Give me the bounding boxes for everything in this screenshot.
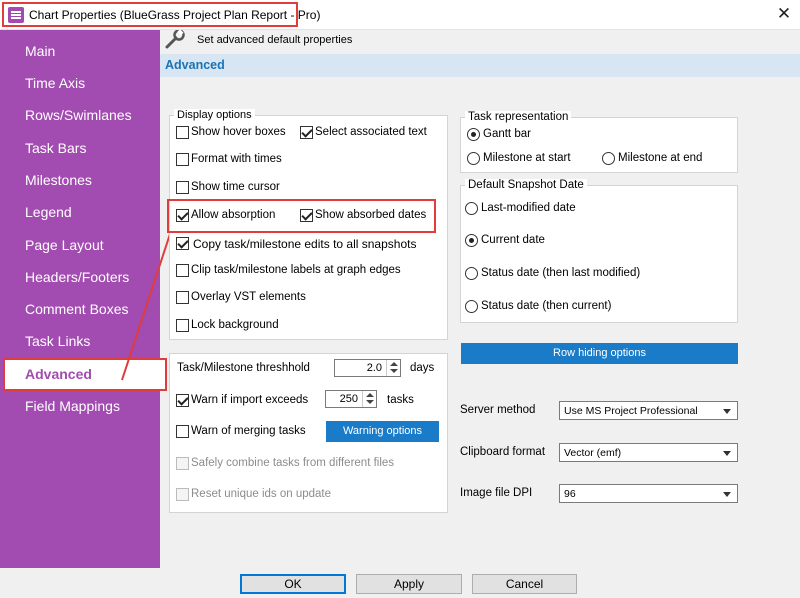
section-header: Advanced xyxy=(160,54,800,77)
clipboard-format-value: Vector (emf) xyxy=(564,447,622,459)
milestone-at-end-radio[interactable] xyxy=(602,152,615,165)
sidebar-item-task-links[interactable]: Task Links xyxy=(25,333,90,349)
app-icon xyxy=(8,7,24,23)
format-with-times-label: Format with times xyxy=(191,153,282,165)
clip-labels-checkbox[interactable] xyxy=(176,264,189,277)
reset-ids-checkbox[interactable] xyxy=(176,488,189,501)
clipboard-format-select[interactable]: Vector (emf) xyxy=(559,443,738,462)
show-absorbed-dates-label: Show absorbed dates xyxy=(315,209,427,221)
gantt-bar-label: Gantt bar xyxy=(483,128,531,140)
sidebar-item-comment-boxes[interactable]: Comment Boxes xyxy=(25,301,128,317)
safely-combine-checkbox[interactable] xyxy=(176,457,189,470)
row-hiding-options-button[interactable]: Row hiding options xyxy=(461,343,738,364)
sidebar-item-headers-footers[interactable]: Headers/Footers xyxy=(25,269,129,285)
threshold-label: Task/Milestone threshhold xyxy=(177,362,310,374)
sidebar-item-time-axis[interactable]: Time Axis xyxy=(25,75,85,91)
server-method-select[interactable]: Use MS Project Professional xyxy=(559,401,738,420)
select-associated-text-label: Select associated text xyxy=(315,126,427,138)
current-date-label: Current date xyxy=(481,234,545,246)
spinner-arrows-icon[interactable] xyxy=(386,360,400,376)
image-dpi-label: Image file DPI xyxy=(460,487,533,499)
warn-merging-checkbox[interactable] xyxy=(176,425,189,438)
last-modified-radio[interactable] xyxy=(465,202,478,215)
warn-import-value: 250 xyxy=(339,393,358,405)
overlay-vst-label: Overlay VST elements xyxy=(191,291,306,303)
warn-import-label: Warn if import exceeds xyxy=(191,394,309,406)
clipboard-format-label: Clipboard format xyxy=(460,446,546,458)
last-modified-label: Last-modified date xyxy=(481,202,576,214)
gantt-bar-radio[interactable] xyxy=(467,128,480,141)
chevron-down-icon xyxy=(723,451,731,456)
status-then-current-label: Status date (then current) xyxy=(481,300,612,312)
show-time-cursor-checkbox[interactable] xyxy=(176,181,189,194)
image-dpi-select[interactable]: 96 xyxy=(559,484,738,503)
lock-background-label: Lock background xyxy=(191,319,279,331)
threshold-value: 2.0 xyxy=(366,362,382,374)
warning-options-button[interactable]: Warning options xyxy=(326,421,439,442)
milestone-at-start-label: Milestone at start xyxy=(483,152,571,164)
image-dpi-value: 96 xyxy=(564,488,576,500)
clip-labels-label: Clip task/milestone labels at graph edge… xyxy=(191,264,401,276)
sidebar-item-rows-swimlanes[interactable]: Rows/Swimlanes xyxy=(25,107,132,123)
window-title: Chart Properties (BlueGrass Project Plan… xyxy=(29,8,321,22)
warn-import-checkbox[interactable] xyxy=(176,394,189,407)
safely-combine-label: Safely combine tasks from different file… xyxy=(191,457,395,469)
warn-import-spinner[interactable]: 250 xyxy=(325,390,377,408)
chevron-down-icon xyxy=(723,492,731,497)
task-representation-legend: Task representation xyxy=(465,111,572,123)
cancel-button[interactable]: Cancel xyxy=(472,574,577,594)
milestone-at-end-label: Milestone at end xyxy=(618,152,703,164)
format-with-times-checkbox[interactable] xyxy=(176,153,189,166)
sidebar-item-label: Advanced xyxy=(25,366,92,382)
allow-absorption-label: Allow absorption xyxy=(191,209,276,221)
sidebar-item-page-layout[interactable]: Page Layout xyxy=(25,237,104,253)
task-representation-group xyxy=(460,117,738,173)
copy-edits-label: Copy task/milestone edits to all snapsho… xyxy=(193,237,417,251)
milestone-at-start-radio[interactable] xyxy=(467,152,480,165)
sidebar-item-task-bars[interactable]: Task Bars xyxy=(25,140,86,156)
copy-edits-checkbox[interactable] xyxy=(176,237,189,250)
reset-ids-label: Reset unique ids on update xyxy=(191,488,332,500)
warn-import-unit: tasks xyxy=(387,394,414,406)
ok-button[interactable]: OK xyxy=(240,574,346,594)
current-date-radio[interactable] xyxy=(465,234,478,247)
section-title: Advanced xyxy=(165,58,225,72)
show-time-cursor-label: Show time cursor xyxy=(191,181,280,193)
sidebar-item-field-mappings[interactable]: Field Mappings xyxy=(25,398,120,414)
overlay-vst-checkbox[interactable] xyxy=(176,291,189,304)
chevron-down-icon xyxy=(723,409,731,414)
show-hover-boxes-checkbox[interactable] xyxy=(176,126,189,139)
sidebar-item-main[interactable]: Main xyxy=(25,43,55,59)
show-absorbed-dates-checkbox[interactable] xyxy=(300,209,313,222)
page-description: Set advanced default properties xyxy=(197,34,353,46)
sidebar-item-legend[interactable]: Legend xyxy=(25,204,72,220)
status-then-last-radio[interactable] xyxy=(465,267,478,280)
status-then-current-radio[interactable] xyxy=(465,300,478,313)
snapshot-date-legend: Default Snapshot Date xyxy=(465,179,587,191)
display-options-legend: Display options xyxy=(174,109,255,121)
spinner-arrows-icon[interactable] xyxy=(362,391,376,407)
server-method-label: Server method xyxy=(460,404,536,416)
close-icon[interactable]: ✕ xyxy=(772,3,796,25)
threshold-unit: days xyxy=(410,362,435,374)
sidebar-item-milestones[interactable]: Milestones xyxy=(25,172,92,188)
show-hover-boxes-label: Show hover boxes xyxy=(191,126,286,138)
wrench-icon xyxy=(165,30,185,49)
server-method-value: Use MS Project Professional xyxy=(564,405,698,417)
apply-button[interactable]: Apply xyxy=(356,574,462,594)
select-associated-text-checkbox[interactable] xyxy=(300,126,313,139)
threshold-spinner[interactable]: 2.0 xyxy=(334,359,401,377)
status-then-last-label: Status date (then last modified) xyxy=(481,267,641,279)
warn-merging-label: Warn of merging tasks xyxy=(191,425,306,437)
allow-absorption-checkbox[interactable] xyxy=(176,209,189,222)
lock-background-checkbox[interactable] xyxy=(176,319,189,332)
